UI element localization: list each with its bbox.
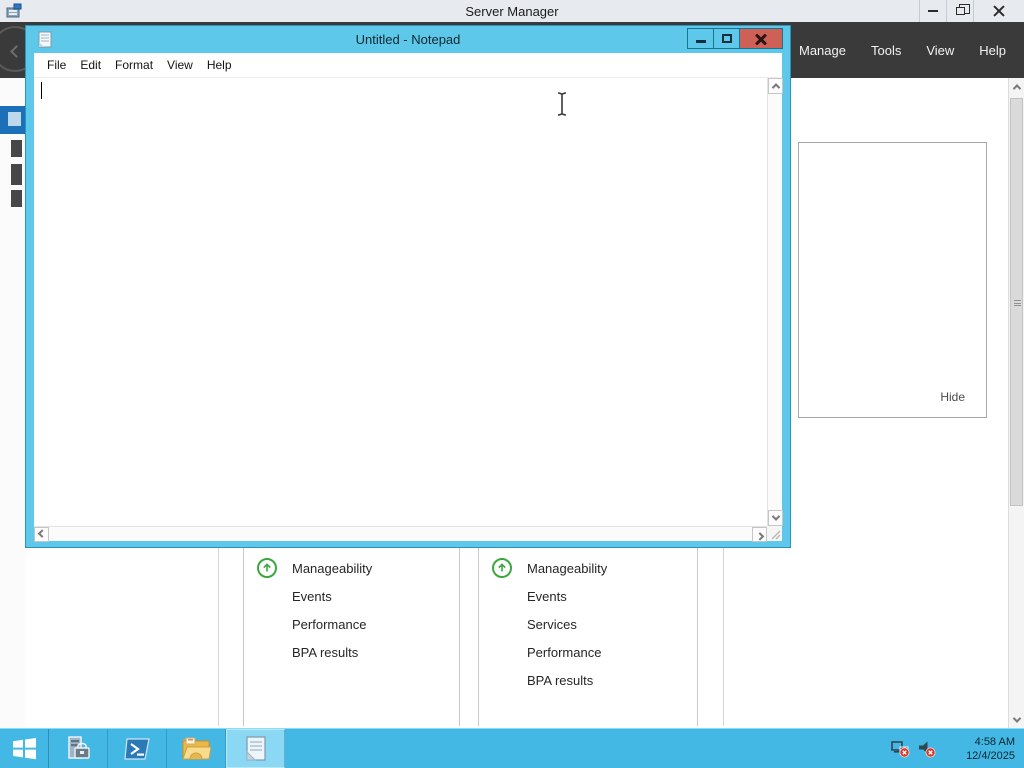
close-button[interactable] [973, 0, 1024, 22]
clock-time: 4:58 AM [974, 735, 1015, 748]
tile-link-events[interactable]: Events [527, 589, 567, 604]
tile-link-manageability[interactable]: Manageability [292, 561, 372, 576]
scrollbar-thumb[interactable] [1010, 98, 1023, 506]
chevron-up-icon [771, 83, 780, 92]
text-caret [41, 82, 42, 99]
powershell-icon [124, 737, 150, 760]
scroll-right-button[interactable] [752, 527, 767, 542]
file-explorer-icon [182, 737, 211, 759]
start-button[interactable] [0, 729, 49, 768]
menu-view[interactable]: View [926, 43, 954, 58]
menu-edit[interactable]: Edit [80, 58, 101, 72]
minimize-icon [928, 10, 938, 12]
restore-button[interactable] [946, 0, 973, 22]
taskbar-clock[interactable]: 4:58 AM 12/4/2025 [943, 735, 1015, 763]
detail-panel: Hide [798, 142, 987, 418]
taskbar-file-explorer-button[interactable] [167, 729, 226, 768]
notepad-horizontal-scrollbar[interactable] [34, 526, 767, 542]
taskbar-powershell-button[interactable] [108, 729, 167, 768]
tile-divider [723, 548, 724, 726]
sidebar-fragment [0, 78, 25, 728]
tile-link-performance[interactable]: Performance [292, 617, 366, 632]
menu-tools[interactable]: Tools [871, 43, 901, 58]
tile-link-bpa-results[interactable]: BPA results [292, 645, 358, 660]
windows-logo-icon [12, 738, 36, 760]
menu-file[interactable]: File [47, 58, 66, 72]
server-manager-icon [68, 735, 90, 759]
minimize-button[interactable] [687, 28, 714, 49]
menu-help[interactable]: Help [207, 58, 232, 72]
server-manager-menubar: Manage Tools View Help [799, 22, 1006, 78]
tile-link-bpa-results[interactable]: BPA results [527, 673, 593, 688]
tile-divider [218, 548, 219, 726]
server-manager-titlebar: Server Manager [0, 0, 1024, 22]
tile-link-manageability[interactable]: Manageability [527, 561, 607, 576]
close-icon [993, 5, 1005, 17]
volume-muted-icon[interactable] [917, 739, 936, 758]
dashboard-icon [8, 112, 22, 127]
tile-link-services[interactable]: Services [527, 617, 577, 632]
maximize-icon [721, 34, 732, 43]
chevron-up-icon [1012, 83, 1021, 93]
taskbar: 4:58 AM 12/4/2025 [0, 728, 1024, 768]
close-icon [755, 33, 767, 45]
sidebar-item-all-servers-icon[interactable] [11, 164, 22, 185]
taskbar-notepad-button[interactable] [226, 729, 285, 768]
scroll-down-button[interactable] [768, 510, 783, 526]
sidebar-item-dashboard[interactable] [0, 106, 25, 134]
menu-format[interactable]: Format [115, 58, 153, 72]
notepad-menubar: File Edit Format View Help [34, 53, 782, 78]
notepad-text-area[interactable] [34, 78, 767, 526]
maximize-button[interactable] [713, 28, 740, 49]
dashboard-tile-2: Manageability Events Services Performanc… [478, 548, 698, 726]
chevron-left-icon [37, 528, 46, 538]
ibeam-cursor [557, 92, 567, 116]
scroll-left-button[interactable] [34, 527, 49, 542]
restore-icon [955, 4, 970, 15]
menu-help[interactable]: Help [979, 43, 1006, 58]
notepad-icon [245, 735, 266, 761]
resize-grip-icon [771, 530, 781, 540]
tile-link-performance[interactable]: Performance [527, 645, 601, 660]
scroll-up-button[interactable] [768, 78, 783, 94]
minimize-icon [695, 40, 706, 43]
resize-grip[interactable] [767, 526, 782, 541]
thumb-grip-icon [1014, 300, 1021, 306]
chevron-down-icon [771, 512, 780, 521]
status-up-icon [492, 558, 512, 578]
notepad-vertical-scrollbar[interactable] [767, 78, 783, 526]
sidebar-item-file-storage-icon[interactable] [11, 190, 22, 207]
scroll-up-button[interactable] [1009, 78, 1024, 95]
taskbar-server-manager-button[interactable] [49, 729, 108, 768]
sidebar-item-local-server-icon[interactable] [11, 140, 22, 157]
server-manager-scrollbar[interactable] [1008, 78, 1024, 728]
notepad-titlebar[interactable]: Untitled - Notepad [26, 26, 790, 53]
dashboard-tile-1: Manageability Events Performance BPA res… [243, 548, 460, 726]
hide-link[interactable]: Hide [940, 390, 965, 404]
menu-view[interactable]: View [167, 58, 193, 72]
scroll-down-button[interactable] [1009, 711, 1024, 728]
network-status-icon[interactable] [891, 739, 910, 758]
tile-link-events[interactable]: Events [292, 589, 332, 604]
chevron-down-icon [1012, 713, 1021, 723]
clock-date: 12/4/2025 [966, 749, 1015, 762]
window-title: Server Manager [465, 3, 559, 19]
notepad-window: Untitled - Notepad File Edit Format View… [25, 25, 791, 548]
window-title: Untitled - Notepad [355, 32, 461, 47]
close-button[interactable] [739, 28, 783, 49]
chevron-right-icon [755, 531, 764, 541]
menu-manage[interactable]: Manage [799, 43, 846, 58]
back-arrow-icon [10, 45, 23, 58]
minimize-button[interactable] [919, 0, 946, 22]
status-up-icon [257, 558, 277, 578]
